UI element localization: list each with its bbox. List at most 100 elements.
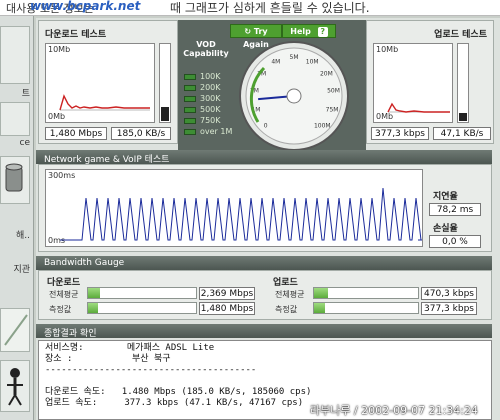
banner-message-right: 때 그래프가 심하게 흔들릴 수 있습니다. (170, 1, 370, 15)
bw-ul-measured-fill (314, 303, 326, 313)
vod-title-line1: VOD (196, 40, 216, 49)
upload-level-fill (459, 113, 467, 121)
summary-line (45, 376, 485, 387)
banner-site-link[interactable]: www.bcpark.net (30, 0, 140, 13)
left-nav-block-5[interactable] (0, 360, 30, 412)
speed-test-main: 다운로드 테스트 10Mb 0Mb 1,480 Mbps 185,0 KB/s … (36, 18, 500, 420)
cylinder-icon (5, 163, 23, 192)
upload-title: 업로드 테스트 (434, 30, 487, 40)
latency-graph: 300ms 0ms (45, 169, 423, 247)
vod-level-label: 100K (200, 72, 221, 81)
bw-ul-measured-value: 377,3 kbps (421, 302, 477, 315)
latency-plot (60, 187, 422, 241)
speed-gauge: 01M2M3M4M5M10M20M50M75M100M (239, 41, 349, 151)
vod-level-label: 300K (200, 94, 221, 103)
left-nav-block-3[interactable] (0, 156, 30, 204)
vod-level-led (184, 74, 196, 80)
vod-title-line2: Capability (183, 49, 229, 58)
bandwidth-section-bar: Bandwidth Gauge (36, 256, 492, 270)
vod-level-label: 750K (200, 116, 221, 125)
gauge-tick-label: 20M (320, 70, 333, 77)
vod-level-led (184, 118, 196, 124)
bw-ul-avg-value: 470,3 kbps (421, 287, 477, 300)
gauge-panel: VOD Capability 100K 200K 300K 500K 750K over … (178, 20, 366, 151)
bw-ul-measured-track (313, 302, 419, 314)
download-panel: 다운로드 테스트 10Mb 0Mb 1,480 Mbps 185,0 KB/s (38, 20, 178, 144)
network-panel: 300ms 0ms 지연율 78,2 ms 손실율 0,0 % (38, 164, 492, 252)
bw-dl-measured-fill (88, 303, 98, 313)
vod-level-led (184, 96, 196, 102)
download-level-fill (161, 107, 169, 121)
download-series-line (59, 94, 150, 111)
summary-line: 다운로드 속도: 1.480 Mbps (185.0 KB/s, 185060 … (45, 387, 312, 397)
gauge-hub (286, 88, 302, 104)
gauge-tick-label: 0 (264, 122, 268, 129)
vod-level-label: over 1M (200, 127, 233, 136)
summary-section-title: 종합결과 확인 (44, 329, 97, 339)
vod-level-label: 200K (200, 83, 221, 92)
latency-series-line (60, 187, 422, 241)
bw-dl-avg-label: 전체평균 (49, 290, 79, 299)
summary-line: 장소 : 부산 북구 (45, 354, 171, 364)
upload-graph-plot (387, 102, 450, 113)
left-nav-item-4[interactable]: 지관 (0, 262, 34, 275)
bandwidth-section-title: Bandwidth Gauge (44, 258, 125, 268)
bw-dl-avg-fill (88, 288, 100, 298)
left-nav: 트 ce 해.. 지관 (0, 16, 34, 420)
bw-dl-avg-track (87, 287, 197, 299)
gauge-tick-label: 75M (326, 106, 339, 113)
download-graph: 10Mb 0Mb (45, 43, 155, 123)
vod-level-led (184, 107, 196, 113)
bw-dl-measured-label: 측정값 (49, 305, 72, 314)
left-nav-item-3[interactable]: 해.. (0, 228, 34, 241)
bandwidth-panel: 다운로드 전체평균 측정값 2,369 Mbps 1,480 Mbps 업로드 … (38, 270, 492, 320)
left-nav-item-2[interactable]: ce (0, 138, 34, 148)
bw-ul-avg-fill (314, 288, 328, 298)
download-rate-kbs: 185,0 KB/s (111, 127, 171, 140)
left-nav-block-4[interactable] (0, 308, 30, 352)
bw-dl-measured-value: 1,480 Mbps (199, 302, 255, 315)
bw-download-title: 다운로드 (47, 278, 81, 288)
summary-line: 서비스명: 메가패스 ADSL Lite (45, 343, 215, 353)
upload-graph: 10Mb 0Mb (373, 43, 453, 123)
vod-level-led (184, 129, 196, 135)
figure-icon (7, 368, 23, 406)
pencil-icon (4, 314, 28, 346)
bw-dl-measured-track (87, 302, 197, 314)
vod-level-label: 500K (200, 105, 221, 114)
summary-section-bar: 종합결과 확인 (36, 324, 492, 339)
bw-ul-avg-track (313, 287, 419, 299)
loss-label: 손실율 (433, 224, 458, 234)
download-title: 다운로드 테스트 (45, 30, 107, 40)
summary-lines: 서비스명: 메가패스 ADSL Lite 장소 : 부산 북구 ----------… (39, 341, 491, 411)
gauge-tick-label: 4M (271, 58, 280, 65)
loss-value: 0,0 % (429, 235, 481, 248)
latency-label: 지연율 (433, 192, 458, 202)
top-banner: 대사용 모든 정보는 www.bcpark.net 때 그래프가 심하게 흔들릴… (0, 0, 500, 16)
upload-series-line (387, 102, 450, 113)
download-graph-plot (59, 94, 150, 111)
download-level-bar (159, 43, 171, 123)
summary-line: --------------------------------------- (45, 365, 257, 375)
vod-level-led (184, 85, 196, 91)
left-nav-block-2[interactable] (0, 102, 30, 136)
upload-rate-kbps: 377,3 kbps (371, 127, 429, 140)
bw-ul-avg-label: 전체평균 (275, 290, 305, 299)
bw-ul-measured-label: 측정값 (275, 305, 298, 314)
gauge-tick-label: 10M (306, 58, 319, 65)
upload-panel: 업로드 테스트 10Mb 0Mb 377,3 kbps 47,1 KB/s (366, 20, 494, 144)
latency-value: 78,2 ms (429, 203, 481, 216)
gauge-tick-label: 5M (290, 54, 299, 61)
left-nav-item-1[interactable]: 트 (0, 86, 34, 99)
upload-rate-kbs: 47,1 KB/s (433, 127, 491, 140)
upload-level-bar (457, 43, 469, 123)
left-nav-block-1[interactable] (0, 26, 30, 84)
watermark: 라부나루 / 2002-09-07 21:34:24 (310, 404, 479, 417)
download-rate-mbps: 1,480 Mbps (45, 127, 107, 140)
bw-upload-title: 업로드 (273, 278, 298, 288)
bw-dl-avg-value: 2,369 Mbps (199, 287, 255, 300)
gauge-tick-label: 100M (314, 122, 331, 129)
gauge-tick-label: 50M (327, 88, 340, 95)
vod-title: VOD Capability (182, 40, 230, 58)
network-section-bar: Network game & VoIP 테스트 (36, 150, 492, 165)
